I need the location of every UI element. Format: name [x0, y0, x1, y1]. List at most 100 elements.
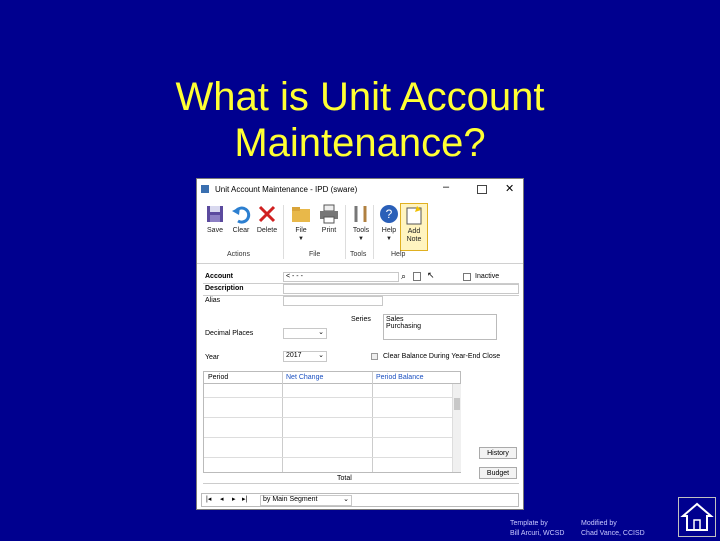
chevron-down-icon: ⌄ — [318, 329, 324, 336]
credit-modified-line2: Chad Vance, CCISD — [581, 530, 645, 537]
decimal-places-select[interactable]: ⌄ — [283, 328, 327, 339]
year-select[interactable]: 2017 ⌄ — [283, 351, 327, 362]
period-grid: Period Net Change Period Balance — [203, 371, 461, 473]
slide-title-line2: Maintenance? — [234, 121, 486, 165]
unit-account-maintenance-window: Unit Account Maintenance - IPD (sware) –… — [196, 178, 524, 510]
note-icon — [406, 206, 422, 225]
ribbon-toolbar: Save Clear Delete File ▼ Print Tools ▼ ? — [197, 199, 523, 264]
help-icon: ? — [380, 205, 398, 223]
series-list[interactable]: Sales Purchasing — [383, 314, 497, 340]
sort-value: by Main Segment — [263, 496, 318, 503]
tools-icon — [354, 206, 367, 222]
decimal-places-label: Decimal Places — [205, 330, 254, 337]
close-button[interactable]: ✕ — [505, 182, 514, 195]
grid-row[interactable] — [204, 397, 452, 398]
alias-label: Alias — [205, 297, 221, 304]
tools-label: Tools — [352, 227, 370, 234]
chevron-down-icon: ⌄ — [318, 352, 324, 359]
credit-template-line1: Template by — [510, 520, 548, 527]
delete-label: Delete — [256, 227, 278, 234]
column-net-change[interactable]: Net Change — [286, 374, 323, 381]
document-icon[interactable] — [413, 272, 421, 281]
series-option-purchasing[interactable]: Purchasing — [386, 323, 494, 330]
slide-title-line1: What is Unit Account — [175, 75, 545, 119]
sort-select[interactable]: by Main Segment ⌄ — [260, 495, 352, 506]
column-period[interactable]: Period — [208, 374, 228, 381]
save-icon — [207, 206, 223, 222]
add-note-label-2: Note — [406, 236, 422, 243]
group-label-help: Help — [391, 251, 406, 258]
scrollbar-thumb[interactable] — [454, 398, 460, 410]
save-button[interactable]: Save — [201, 203, 229, 249]
file-button[interactable]: File ▼ — [287, 203, 315, 249]
description-label: Description — [205, 285, 244, 292]
minimize-button[interactable]: – — [443, 181, 449, 193]
window-title-bar: Unit Account Maintenance - IPD (sware) –… — [197, 179, 523, 199]
last-record-button[interactable]: ▸| — [242, 495, 247, 503]
account-label: Account — [205, 273, 233, 280]
grid-row[interactable] — [204, 457, 452, 458]
grid-scrollbar[interactable] — [452, 384, 461, 472]
grid-row[interactable] — [204, 417, 452, 418]
credit-template: Template by Bill Arcuri, WCSD — [510, 519, 564, 539]
inactive-checkbox[interactable] — [463, 273, 471, 281]
delete-x-icon — [258, 205, 276, 223]
tools-button[interactable]: Tools ▼ — [347, 203, 375, 249]
chevron-down-icon: ▼ — [298, 236, 304, 242]
grid-row[interactable] — [204, 437, 452, 438]
help-label: Help — [381, 227, 397, 234]
alias-input[interactable] — [283, 296, 383, 306]
chevron-down-icon: ▼ — [358, 236, 364, 242]
ribbon-separator — [283, 205, 284, 259]
group-label-tools: Tools — [350, 251, 367, 258]
print-label: Print — [321, 227, 337, 234]
clear-button[interactable]: Clear — [227, 203, 255, 249]
home-button[interactable] — [678, 497, 716, 537]
slide-title: What is Unit Account Maintenance? — [0, 74, 720, 166]
home-icon — [680, 502, 714, 531]
cursor-pointer-icon: ↖ — [427, 270, 435, 280]
group-label-file: File — [309, 251, 321, 258]
folder-icon — [292, 207, 310, 222]
window-title: Unit Account Maintenance - IPD (sware) — [215, 185, 358, 194]
credit-modified-line1: Modified by — [581, 520, 617, 527]
clear-balance-checkbox[interactable] — [371, 353, 378, 360]
save-label: Save — [207, 227, 223, 234]
file-label: File — [295, 227, 307, 234]
ribbon-separator — [345, 205, 346, 259]
add-note-button[interactable]: Add Note — [400, 203, 428, 251]
year-value: 2017 — [286, 352, 302, 359]
printer-icon — [320, 204, 338, 224]
next-record-button[interactable]: ▸ — [232, 495, 236, 503]
chevron-down-icon: ⌄ — [343, 496, 349, 503]
ribbon-separator — [373, 205, 374, 259]
group-label-actions: Actions — [227, 251, 250, 258]
inactive-label: Inactive — [475, 273, 500, 280]
column-period-balance[interactable]: Period Balance — [376, 374, 423, 381]
previous-record-button[interactable]: ◂ — [220, 495, 224, 503]
year-label: Year — [205, 354, 220, 361]
series-option-sales[interactable]: Sales — [386, 316, 494, 323]
clear-label: Clear — [232, 227, 250, 234]
description-input[interactable] — [283, 284, 519, 294]
total-label: Total — [337, 475, 352, 482]
add-note-label-1: Add — [407, 228, 421, 235]
credit-modified: Modified by Chad Vance, CCISD — [581, 519, 645, 539]
print-button[interactable]: Print — [315, 203, 343, 249]
undo-icon — [232, 206, 251, 224]
clear-balance-label: Clear Balance During Year-End Close — [383, 353, 501, 360]
budget-button[interactable]: Budget — [479, 467, 517, 479]
credit-template-line2: Bill Arcuri, WCSD — [510, 530, 565, 537]
help-button[interactable]: ? Help ▼ — [375, 203, 403, 249]
series-label: Series — [351, 316, 371, 323]
first-record-button[interactable]: |◂ — [206, 495, 211, 503]
chevron-down-icon: ▼ — [386, 236, 392, 242]
lookup-icon[interactable]: ⌕ — [401, 271, 406, 282]
delete-button[interactable]: Delete — [253, 203, 281, 249]
maximize-button[interactable] — [477, 185, 487, 194]
total-line — [203, 483, 519, 484]
account-input[interactable]: < - - - — [283, 272, 399, 282]
history-button[interactable]: History — [479, 447, 517, 459]
svg-text:?: ? — [386, 207, 393, 221]
record-navigation-bar: |◂ ◂ ▸ ▸| by Main Segment ⌄ — [201, 493, 519, 507]
